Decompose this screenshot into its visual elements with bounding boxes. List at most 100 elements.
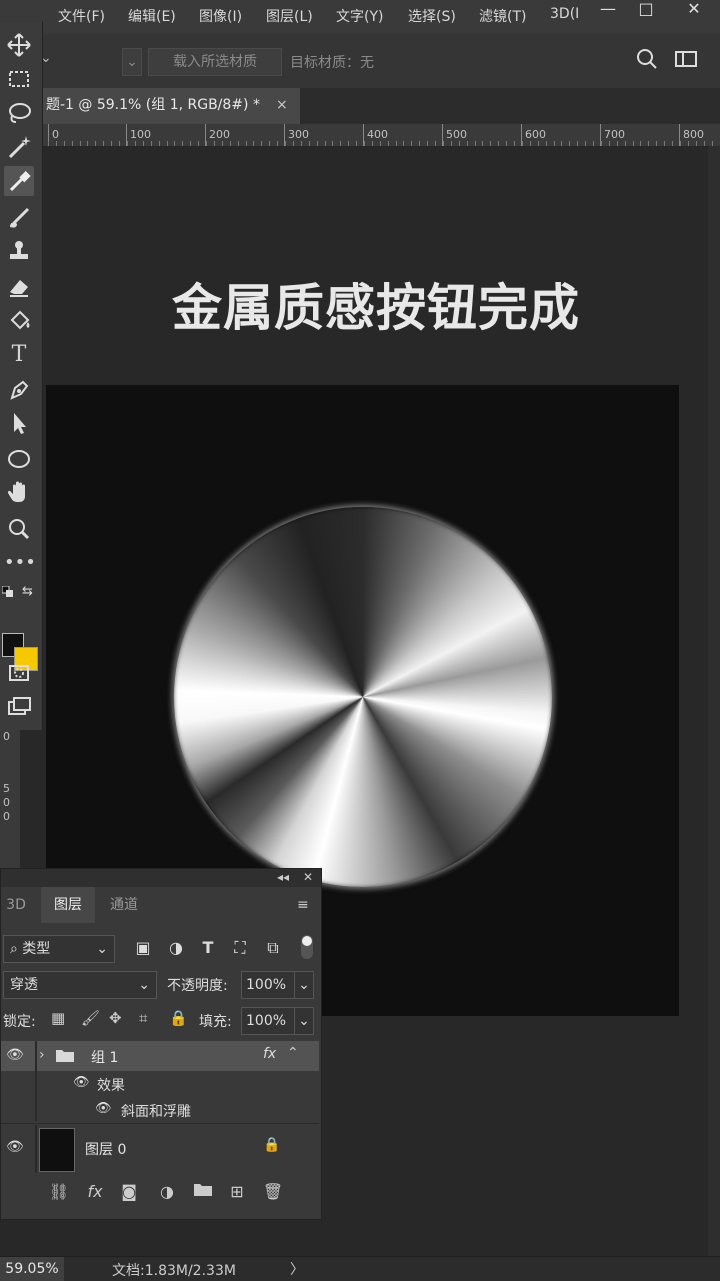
panel-header[interactable]: ◂◂ ✕ (1, 869, 321, 887)
add-mask-icon[interactable]: ◙ (117, 1181, 141, 1203)
swap-colors-icon[interactable]: ⇆ (22, 584, 33, 599)
status-menu-arrow[interactable]: 〉 (290, 1259, 304, 1279)
link-layers-icon[interactable]: ⛓ (47, 1181, 71, 1203)
marquee-icon[interactable] (4, 64, 34, 94)
layer-row-0[interactable]: 👁 图层 0 🔒 (1, 1125, 319, 1173)
lock-paint-icon[interactable]: 🖌 (81, 1009, 100, 1027)
new-layer-icon[interactable]: ⊞ (225, 1181, 249, 1203)
fill-dropdown[interactable]: ⌄ (294, 1007, 314, 1035)
filter-kind-dropdown[interactable]: ⌕ 类型 ⌄ (3, 935, 115, 963)
path-select-icon[interactable] (4, 408, 34, 438)
layer-row-group[interactable]: 👁 › 组 1 fx ⌃ (1, 1041, 319, 1071)
opacity-dropdown[interactable]: ⌄ (294, 971, 314, 999)
menu-3d[interactable]: 3D(I (550, 6, 579, 22)
opacity-input[interactable]: 100% (241, 971, 297, 999)
collapse-effects-icon[interactable]: ⌃ (287, 1045, 299, 1061)
effect-name: 斜面和浮雕 (121, 1104, 191, 1120)
effects-label: 效果 (97, 1078, 125, 1094)
menu-layer[interactable]: 图层(L) (266, 6, 313, 26)
default-colors-icon[interactable] (1, 585, 14, 598)
menu-type[interactable]: 文字(Y) (336, 6, 383, 26)
preset-dropdown[interactable]: ⌄ (122, 48, 142, 76)
document-info: 文档:1.83M/2.33M (112, 1263, 236, 1279)
minimize-button[interactable]: — (588, 0, 628, 22)
menu-edit[interactable]: 编辑(E) (128, 6, 176, 26)
quick-mask-icon[interactable] (4, 658, 34, 688)
lock-icon: 🔒 (263, 1137, 281, 1153)
menu-file[interactable]: 文件(F) (58, 6, 105, 26)
layers-panel: ◂◂ ✕ 3D 图层 通道 ≡ ⌕ 类型 ⌄ ▣ ◑ T ⛶ ⧉ 穿透 ⌄ 不透… (0, 868, 322, 1220)
filter-adjustment-icon[interactable]: ◑ (165, 937, 187, 959)
blend-mode-value: 穿透 (10, 977, 38, 993)
bevel-eye-icon[interactable]: 👁 (95, 1101, 112, 1116)
expand-chevron-icon[interactable]: › (39, 1047, 45, 1063)
menu-select[interactable]: 选择(S) (408, 6, 456, 26)
visibility-eye-icon[interactable]: 👁 (6, 1139, 26, 1155)
vertical-scrollbar[interactable] (708, 146, 720, 1256)
lock-position-icon[interactable]: ✥ (109, 1009, 122, 1027)
zoom-level[interactable]: 59.05% (0, 1257, 64, 1281)
zoom-icon[interactable] (4, 514, 34, 544)
menu-filter[interactable]: 滤镜(T) (479, 6, 526, 26)
menu-bar: 文件(F) 编辑(E) 图像(I) 图层(L) 文字(Y) 选择(S) 滤镜(T… (0, 0, 720, 34)
lock-transparency-icon[interactable]: ▦ (51, 1009, 65, 1027)
filter-type-icon[interactable]: T (197, 937, 219, 959)
blend-mode-dropdown[interactable]: 穿透 ⌄ (3, 971, 157, 999)
ruler-tick: 0 (52, 128, 59, 141)
type-icon[interactable]: T (4, 340, 34, 370)
lock-artboard-icon[interactable]: ⌗ (139, 1009, 147, 1027)
lock-all-icon[interactable]: 🔒 (169, 1009, 188, 1027)
chevron-down-icon: ⌄ (96, 941, 108, 957)
ruler-tick: 0 (3, 730, 10, 743)
search-icon: ⌕ (10, 941, 18, 957)
fx-badge[interactable]: fx (263, 1046, 276, 1062)
filter-pixel-icon[interactable]: ▣ (132, 937, 154, 959)
effects-row[interactable]: 👁 效果 (1, 1071, 319, 1121)
hand-icon[interactable] (4, 478, 34, 508)
metal-button-artwork (174, 507, 552, 887)
layer-name: 图层 0 (85, 1142, 127, 1158)
close-panel-icon[interactable]: ✕ (303, 870, 313, 884)
delete-layer-icon[interactable]: 🗑 (261, 1181, 285, 1203)
effect-bevel-row[interactable]: 👁 斜面和浮雕 (1, 1097, 319, 1123)
fill-input[interactable]: 100% (241, 1007, 297, 1035)
more-icon[interactable]: ••• (4, 548, 36, 578)
chevron-down-icon: ⌄ (138, 977, 150, 993)
document-tab[interactable]: 题-1 @ 59.1% (组 1, RGB/8#) * × (38, 88, 300, 124)
menu-image[interactable]: 图像(I) (199, 6, 242, 26)
ellipse-icon[interactable] (4, 444, 34, 474)
tab-channels[interactable]: 通道 (97, 887, 151, 923)
ruler-tick: 0 (3, 796, 10, 809)
tab-layers[interactable]: 图层 (41, 887, 95, 923)
new-group-icon[interactable] (191, 1181, 215, 1203)
ruler-tick: 100 (130, 128, 151, 141)
folder-icon (55, 1047, 75, 1063)
screen-mode-icon[interactable] (4, 692, 34, 722)
brush-icon[interactable] (4, 202, 34, 232)
add-fx-icon[interactable]: fx (83, 1181, 107, 1203)
collapse-panel-icon[interactable]: ◂◂ (277, 870, 289, 884)
magic-wand-icon[interactable] (4, 132, 34, 162)
close-tab-icon[interactable]: × (276, 88, 288, 122)
eraser-icon[interactable] (4, 272, 34, 302)
adjustment-layer-icon[interactable]: ◑ (155, 1181, 179, 1203)
pen-icon[interactable] (4, 374, 34, 404)
panel-menu-icon[interactable]: ≡ (297, 897, 309, 913)
filter-smart-object-icon[interactable]: ⧉ (262, 937, 284, 959)
search-icon[interactable] (634, 46, 660, 72)
eyedropper-icon[interactable] (4, 166, 34, 196)
lasso-icon[interactable] (4, 98, 34, 128)
move-icon[interactable] (4, 30, 34, 60)
visibility-eye-icon[interactable]: 👁 (6, 1047, 26, 1063)
effects-eye-icon[interactable]: 👁 (73, 1075, 90, 1090)
vertical-ruler: 0 5 0 0 (0, 724, 20, 874)
workspace-icon[interactable] (674, 48, 698, 70)
filter-toggle[interactable] (301, 935, 313, 959)
tab-3d[interactable]: 3D (1, 887, 31, 923)
paint-bucket-icon[interactable] (4, 306, 34, 336)
close-window-button[interactable]: ✕ (674, 0, 714, 22)
filter-shape-icon[interactable]: ⛶ (229, 937, 251, 959)
stamp-icon[interactable] (4, 236, 34, 266)
maximize-button[interactable]: □ (626, 0, 666, 22)
load-material-button[interactable]: 载入所选材质 (148, 48, 282, 76)
